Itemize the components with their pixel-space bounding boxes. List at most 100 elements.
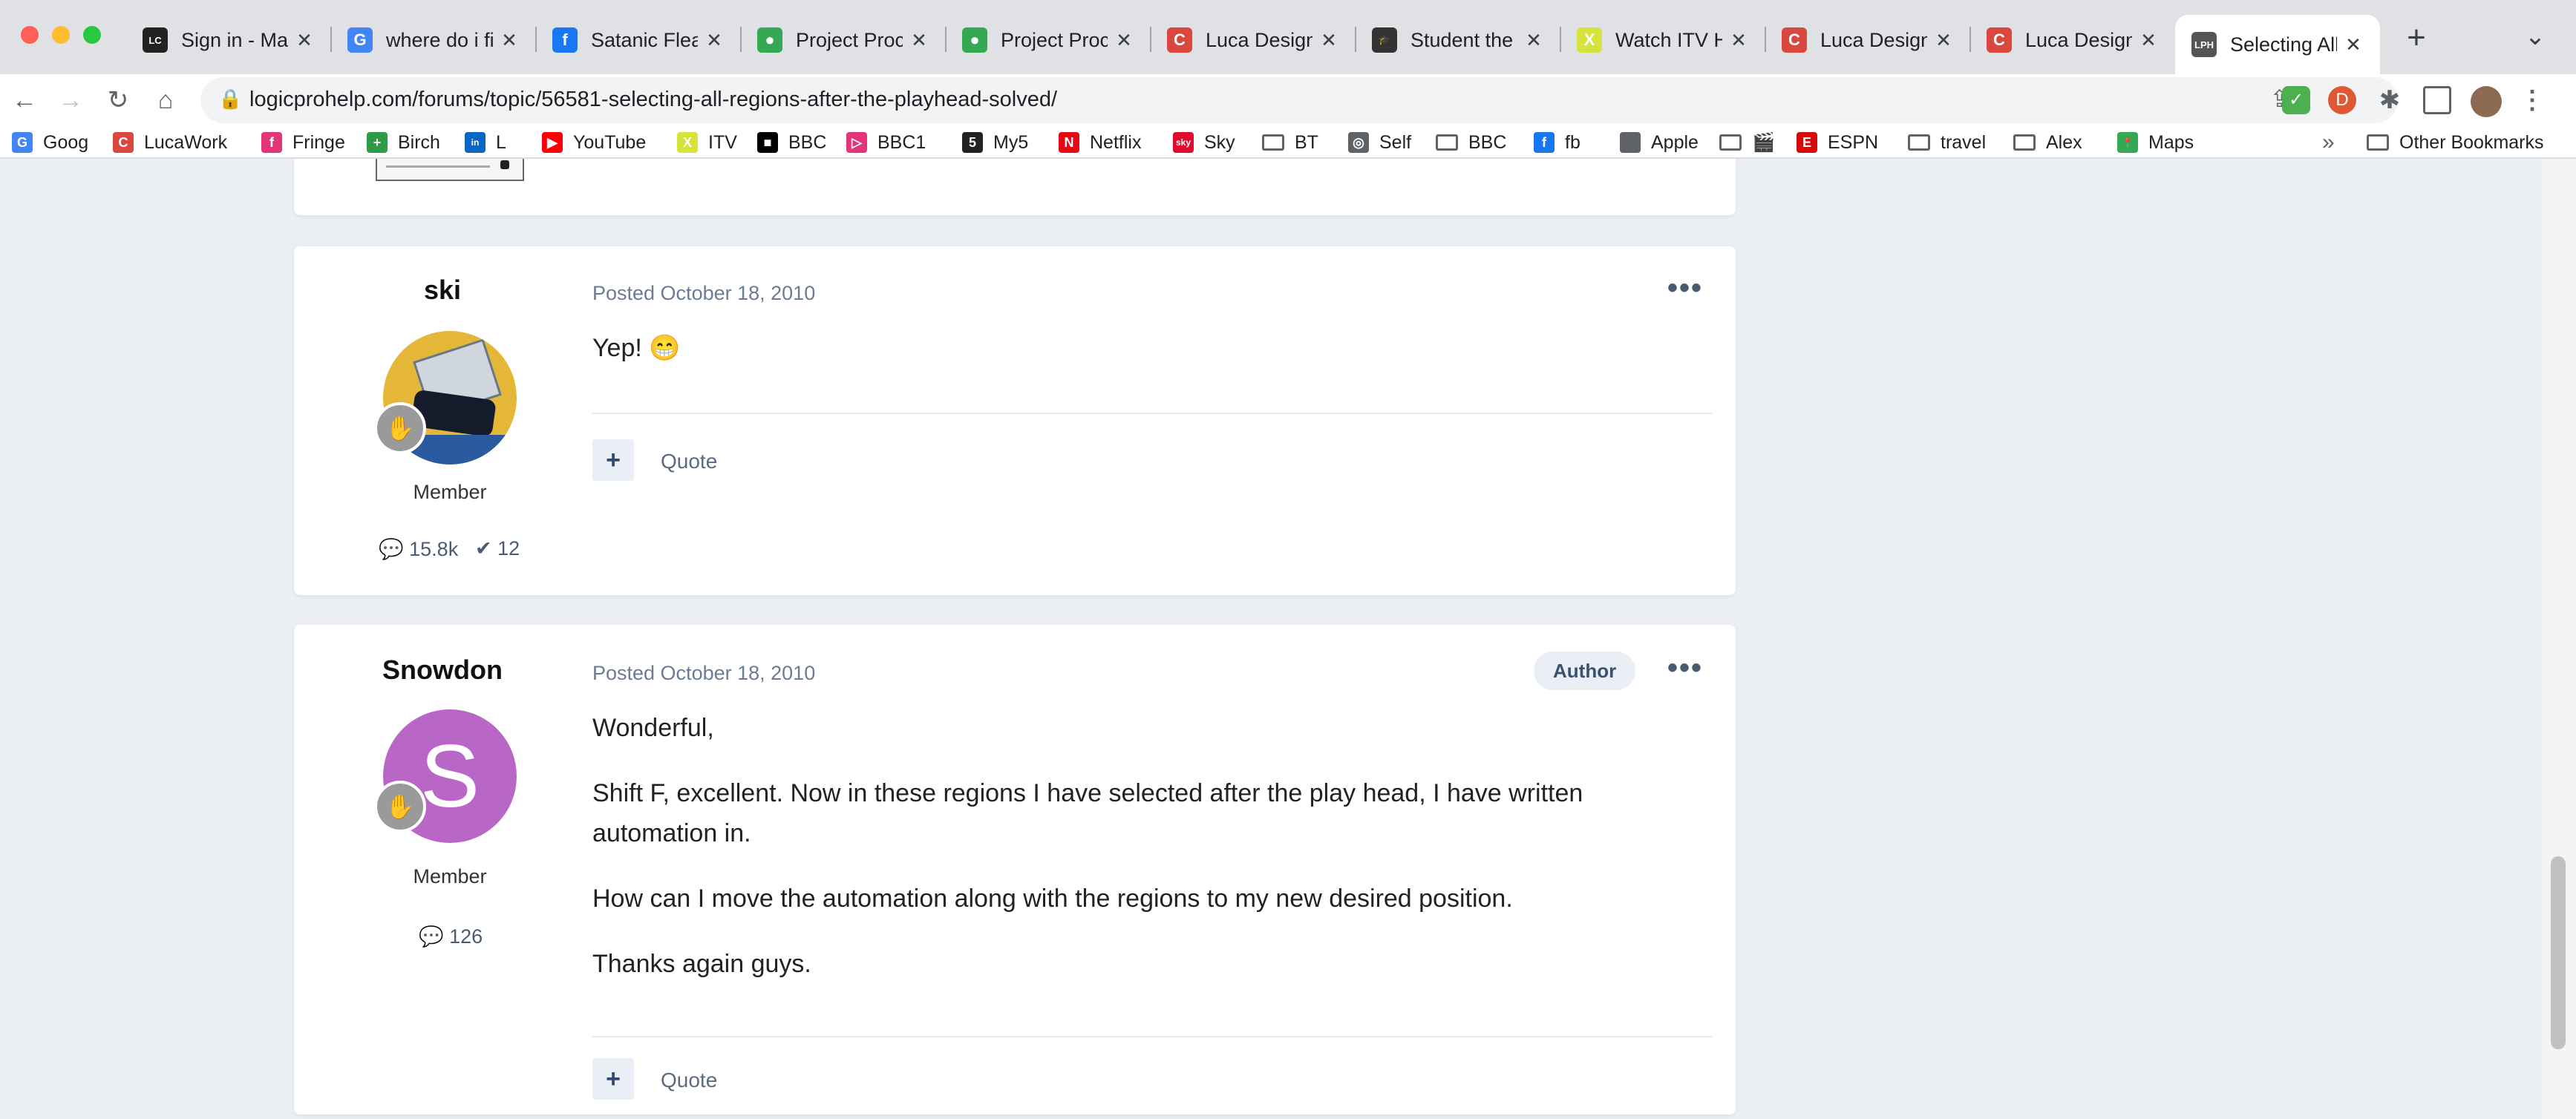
browser-tab[interactable]: ● Project Proce ✕ [946,18,1151,62]
bookmark-favicon-icon: sky [1173,132,1194,153]
attachment-thumbnail[interactable] [376,159,524,181]
bookmark-item[interactable]: travel [1908,129,1986,156]
bookmark-item[interactable]: E ESPN [1797,129,1878,156]
tab-search-icon[interactable]: ⌄ [2518,19,2552,53]
bookmark-item[interactable]: Apple [1620,129,1699,156]
bookmark-label: 🎬 [1752,131,1776,153]
bookmark-favicon-icon: X [677,132,698,153]
bookmark-item[interactable]: Alex [2013,129,2082,156]
bookmark-item[interactable]: X ITV [677,129,737,156]
browser-tab[interactable]: C Luca Design ✕ [1151,18,1356,62]
new-tab-button[interactable]: + [2399,21,2433,55]
bookmark-item[interactable]: BT [1262,129,1318,156]
tab-close-icon[interactable]: ✕ [499,29,520,52]
browser-tab[interactable]: C Luca Design ✕ [1765,18,1970,62]
url-text[interactable]: logicprohelp.com/forums/topic/56581-sele… [249,88,1057,112]
bookmark-label: My5 [993,131,1029,153]
profile-avatar[interactable] [2471,86,2502,117]
browser-tab[interactable]: X Watch ITV Hi ✕ [1560,18,1765,62]
back-button[interactable]: ← [7,83,42,117]
solution-count[interactable]: ✔ 12 [475,537,520,560]
tab-close-icon[interactable]: ✕ [704,29,725,52]
post-options-icon[interactable]: ••• [1667,272,1703,305]
browser-tab[interactable]: C Luca Design ✕ [1970,18,2175,62]
reload-button[interactable]: ↻ [101,83,135,117]
post-count[interactable]: 💬 126 [419,925,483,948]
tab-close-icon[interactable]: ✕ [2138,29,2159,52]
author-name[interactable]: Snowdon [294,654,591,686]
tab-close-icon[interactable]: ✕ [1728,29,1749,52]
bookmark-label: Sky [1204,131,1235,153]
post-ski: ski ✋ Member 💬 15.8k ✔ 12 Posted October… [294,246,1736,595]
post-count[interactable]: 💬 15.8k [379,537,458,561]
bookmark-favicon-icon: ◎ [1348,132,1369,153]
bookmark-item[interactable]: ■ BBC [757,129,826,156]
tab-separator [945,27,947,52]
browser-tab[interactable]: ● Project Proce ✕ [741,18,946,62]
minimize-window-button[interactable] [52,26,70,44]
tab-close-icon[interactable]: ✕ [1523,29,1544,52]
author-name[interactable]: ski [294,275,591,306]
tab-favicon-icon: X [1577,27,1602,53]
quote-button[interactable]: Quote [661,450,717,473]
browser-tab[interactable]: Gwhere do i fir ✕ [331,18,536,62]
browser-tab[interactable]: 🎓 Student the ✕ [1356,18,1560,62]
other-bookmarks-label: Other Bookmarks [2399,131,2544,153]
lock-icon[interactable]: 🔒 [218,88,242,111]
extensions-puzzle-icon[interactable]: ✱ [2376,86,2404,114]
zoom-window-button[interactable] [83,26,101,44]
tab-close-icon[interactable]: ✕ [2343,33,2364,56]
bookmark-label: BT [1295,131,1318,153]
tab-favicon-icon: C [1167,27,1192,53]
bookmark-favicon-icon: 5 [962,132,983,153]
tab-separator [1150,27,1151,52]
post-divider [592,1036,1712,1037]
bookmark-item[interactable]: f fb [1534,129,1580,156]
bookmark-label: Alex [2046,131,2082,153]
bookmark-label: ITV [708,131,737,153]
other-bookmarks-folder[interactable]: Other Bookmarks [2367,129,2544,156]
bookmark-label: YouTube [573,131,647,153]
post-options-icon[interactable]: ••• [1667,652,1703,685]
bookmark-item[interactable]: + Birch [367,129,440,156]
reaction-plus-button[interactable]: + [592,1058,634,1100]
bookmark-item[interactable]: f Fringe [261,129,345,156]
tab-close-icon[interactable]: ✕ [1114,29,1134,52]
forward-button[interactable]: → [53,83,88,117]
browser-tab[interactable]: f Satanic Flea ✕ [536,18,741,62]
browser-tab[interactable]: LPH Selecting All ✕ [2175,15,2380,74]
tab-close-icon[interactable]: ✕ [294,29,315,52]
tab-close-icon[interactable]: ✕ [909,29,929,52]
address-bar[interactable]: 🔒 logicprohelp.com/forums/topic/56581-se… [200,77,2398,123]
tab-close-icon[interactable]: ✕ [1318,29,1339,52]
bookmark-label: Netflix [1090,131,1142,153]
bookmark-item[interactable]: 5 My5 [962,129,1028,156]
bookmark-item[interactable]: ▶ YouTube [542,129,646,156]
browser-tab[interactable]: LC Sign in - Mak ✕ [126,18,331,62]
reaction-plus-button[interactable]: + [592,439,634,481]
bookmark-item[interactable]: 🎬 [1719,129,1775,156]
folder-icon [1262,134,1284,151]
close-window-button[interactable] [21,26,39,44]
bookmark-item[interactable]: sky Sky [1173,129,1235,156]
bookmark-item[interactable]: ▷ BBC1 [846,129,926,156]
side-panel-icon[interactable] [2423,86,2451,114]
extension-duckduckgo-icon[interactable]: D [2328,86,2356,114]
bookmark-item[interactable]: ◎ Self [1348,129,1411,156]
page-scrollbar[interactable] [2542,159,2576,1119]
bookmark-item[interactable]: N Netflix [1059,129,1141,156]
bookmarks-overflow-button[interactable]: » [2322,129,2335,156]
bookmark-item[interactable]: BBC [1436,129,1506,156]
home-button[interactable]: ⌂ [148,83,183,117]
scrollbar-thumb[interactable] [2551,856,2566,1049]
extension-shield-icon[interactable]: ✓ [2282,86,2310,114]
bookmark-item[interactable]: C LucaWork [113,129,227,156]
post-date[interactable]: Posted October 18, 2010 [592,662,815,685]
post-date[interactable]: Posted October 18, 2010 [592,282,815,305]
bookmark-item[interactable]: in L [465,129,506,156]
tab-close-icon[interactable]: ✕ [1933,29,1954,52]
menu-kebab-icon[interactable]: ⋮ [2518,86,2546,114]
quote-button[interactable]: Quote [661,1069,717,1092]
bookmark-item[interactable]: G Goog [12,129,88,156]
bookmark-item[interactable]: 📍 Maps [2117,129,2194,156]
